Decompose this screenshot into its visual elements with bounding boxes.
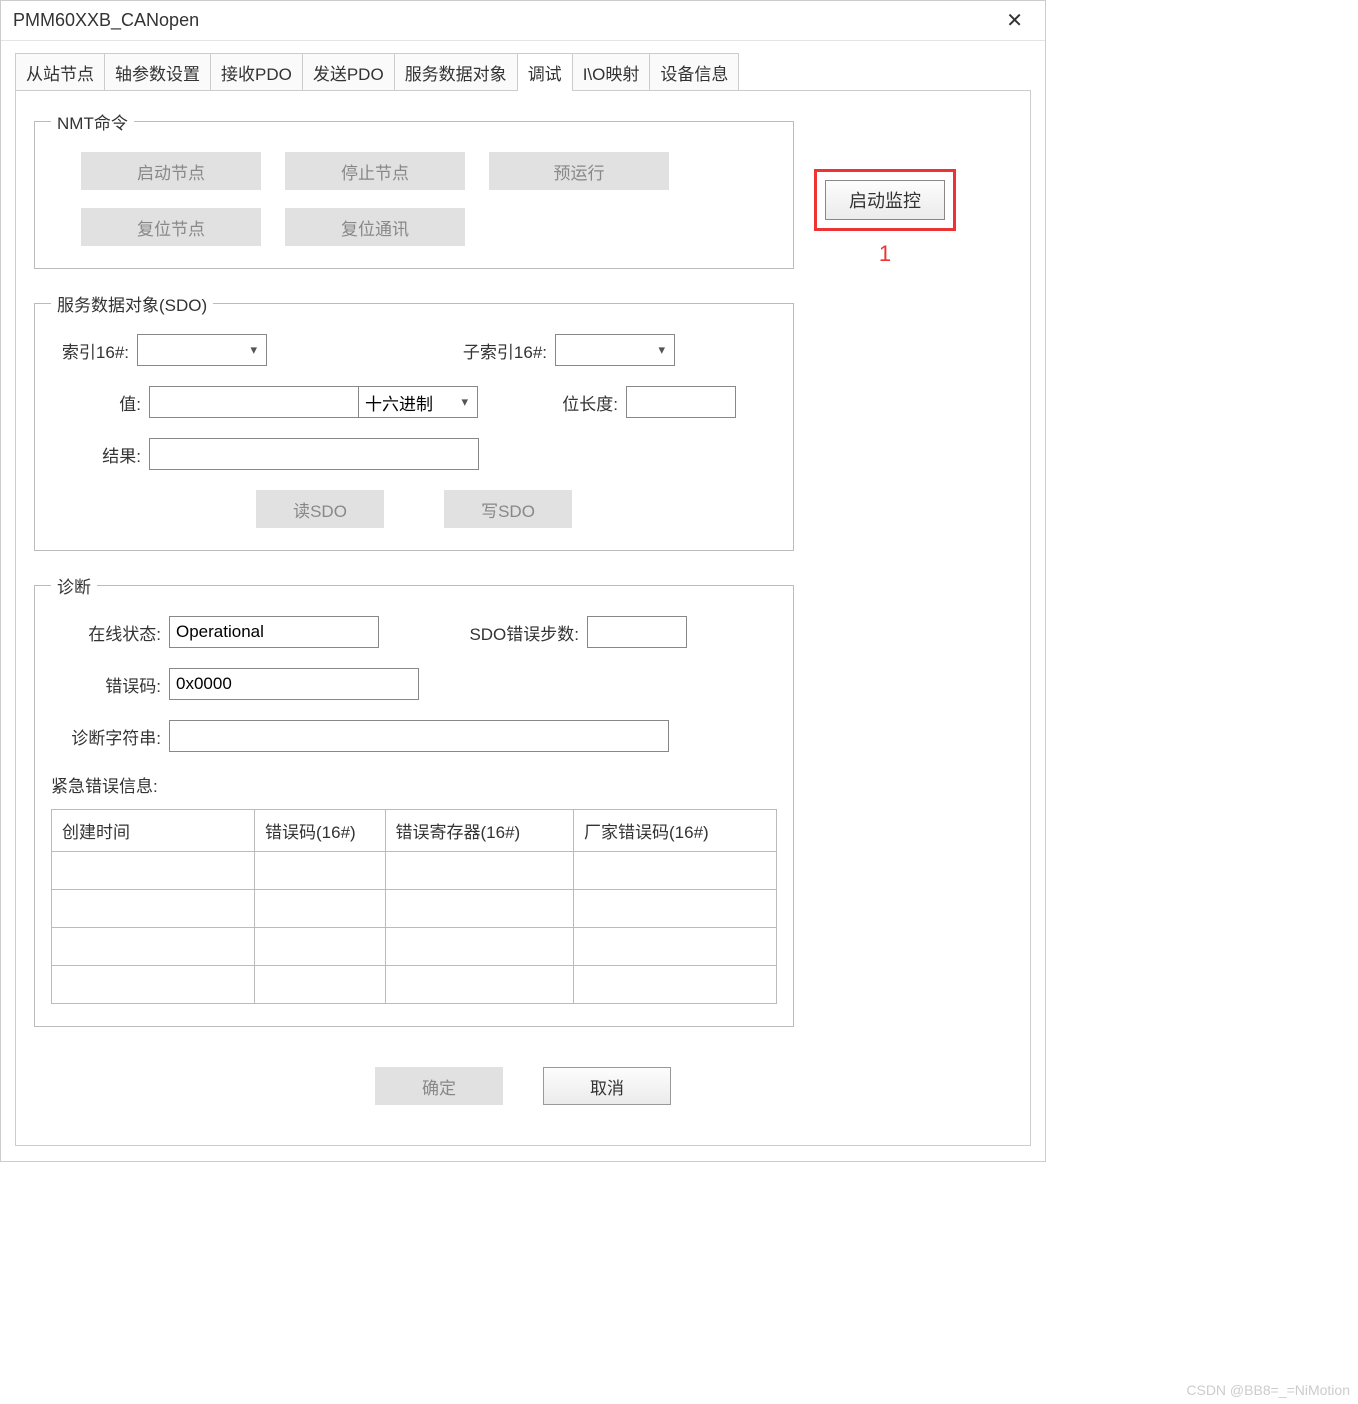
table-cell <box>255 928 386 966</box>
tab-tx-pdo[interactable]: 发送PDO <box>302 53 395 91</box>
online-state-label: 在线状态: <box>51 620 161 645</box>
subindex-label: 子索引16#: <box>267 338 547 363</box>
tab-axis-params[interactable]: 轴参数设置 <box>104 53 211 91</box>
table-row[interactable] <box>52 852 777 890</box>
diag-legend: 诊断 <box>51 573 97 598</box>
table-cell <box>255 852 386 890</box>
table-cell <box>52 852 255 890</box>
tab-debug[interactable]: 调试 <box>517 53 573 91</box>
result-label: 结果: <box>51 442 141 467</box>
nmt-group: NMT命令 启动节点 停止节点 预运行 复位节点 复位通讯 <box>34 109 794 269</box>
col-mfr-errcode: 厂家错误码(16#) <box>574 810 777 852</box>
table-cell <box>385 928 574 966</box>
col-err-register: 错误寄存器(16#) <box>385 810 574 852</box>
result-output <box>149 438 479 470</box>
tab-device-info[interactable]: 设备信息 <box>649 53 739 91</box>
sdo-group: 服务数据对象(SDO) 索引16#: ▾ 子索引16#: ▾ <box>34 291 794 551</box>
bitlen-label: 位长度: <box>478 390 618 415</box>
table-cell <box>574 966 777 1004</box>
value-input[interactable] <box>149 386 359 418</box>
emergency-table: 创建时间 错误码(16#) 错误寄存器(16#) 厂家错误码(16#) <box>51 809 777 1004</box>
online-state-value <box>169 616 379 648</box>
index-label: 索引16#: <box>51 338 129 363</box>
table-cell <box>52 966 255 1004</box>
titlebar: PMM60XXB_CANopen ✕ <box>1 1 1045 41</box>
tab-rx-pdo[interactable]: 接收PDO <box>210 53 303 91</box>
tab-io-mapping[interactable]: I\O映射 <box>572 53 651 91</box>
table-cell <box>52 928 255 966</box>
tab-slave-node[interactable]: 从站节点 <box>15 53 105 91</box>
watermark: CSDN @BB8=_=NiMotion <box>1186 1382 1350 1398</box>
table-row[interactable] <box>52 928 777 966</box>
table-cell <box>385 966 574 1004</box>
nmt-legend: NMT命令 <box>51 109 134 134</box>
table-cell <box>255 890 386 928</box>
dialog-buttons: 确定 取消 <box>34 1049 1012 1127</box>
errcode-value <box>169 668 419 700</box>
ok-button[interactable]: 确定 <box>375 1067 503 1105</box>
subindex-input[interactable] <box>555 334 675 366</box>
reset-node-button[interactable]: 复位节点 <box>81 208 261 246</box>
close-icon[interactable]: ✕ <box>996 4 1033 37</box>
table-row[interactable] <box>52 966 777 1004</box>
stop-node-button[interactable]: 停止节点 <box>285 152 465 190</box>
window-title: PMM60XXB_CANopen <box>13 10 199 31</box>
annotation-number: 1 <box>814 241 956 267</box>
start-monitor-button[interactable]: 启动监控 <box>825 180 945 220</box>
index-input[interactable] <box>137 334 267 366</box>
tab-strip: 从站节点 轴参数设置 接收PDO 发送PDO 服务数据对象 调试 I\O映射 设… <box>1 41 1045 91</box>
side-panel: 启动监控 1 <box>814 109 956 267</box>
table-cell <box>574 890 777 928</box>
tab-body: NMT命令 启动节点 停止节点 预运行 复位节点 复位通讯 服务数据对象(SDO… <box>15 90 1031 1146</box>
emergency-label: 紧急错误信息: <box>51 772 181 797</box>
start-node-button[interactable]: 启动节点 <box>81 152 261 190</box>
table-cell <box>574 852 777 890</box>
table-row[interactable] <box>52 890 777 928</box>
pre-op-button[interactable]: 预运行 <box>489 152 669 190</box>
format-select[interactable] <box>358 386 478 418</box>
sdo-err-steps-value <box>587 616 687 648</box>
diag-group: 诊断 在线状态: SDO错误步数: 错误码: 诊断字符串: <box>34 573 794 1027</box>
cancel-button[interactable]: 取消 <box>543 1067 671 1105</box>
diagstr-value <box>169 720 669 752</box>
table-cell <box>385 852 574 890</box>
diagstr-label: 诊断字符串: <box>51 724 161 749</box>
col-errcode: 错误码(16#) <box>255 810 386 852</box>
reset-comm-button[interactable]: 复位通讯 <box>285 208 465 246</box>
table-cell <box>385 890 574 928</box>
sdo-err-steps-label: SDO错误步数: <box>379 620 579 645</box>
table-cell <box>574 928 777 966</box>
write-sdo-button[interactable]: 写SDO <box>444 490 572 528</box>
table-cell <box>255 966 386 1004</box>
tab-sdo[interactable]: 服务数据对象 <box>394 53 518 91</box>
sdo-legend: 服务数据对象(SDO) <box>51 291 213 316</box>
table-header-row: 创建时间 错误码(16#) 错误寄存器(16#) 厂家错误码(16#) <box>52 810 777 852</box>
bitlen-input[interactable] <box>626 386 736 418</box>
value-label: 值: <box>51 390 141 415</box>
col-create-time: 创建时间 <box>52 810 255 852</box>
errcode-label: 错误码: <box>51 672 161 697</box>
read-sdo-button[interactable]: 读SDO <box>256 490 384 528</box>
annotation-box: 启动监控 <box>814 169 956 231</box>
dialog-window: PMM60XXB_CANopen ✕ 从站节点 轴参数设置 接收PDO 发送PD… <box>0 0 1046 1162</box>
table-cell <box>52 890 255 928</box>
